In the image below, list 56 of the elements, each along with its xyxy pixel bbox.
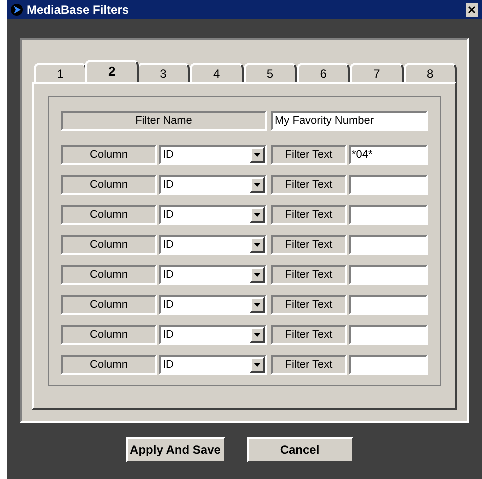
field-label: Filter Text <box>271 235 347 255</box>
dropdown-arrow-icon <box>254 213 261 217</box>
column-dropdown[interactable]: ID <box>159 145 267 165</box>
field-label: Column <box>61 295 157 315</box>
field-label: Column <box>61 355 157 375</box>
tab[interactable]: 8 <box>404 63 457 82</box>
dialog-button[interactable]: Apply And Save <box>126 437 226 463</box>
field-label: Column <box>61 325 157 345</box>
dialog-button[interactable]: Cancel <box>246 437 354 463</box>
arrow-logo-icon <box>11 4 23 16</box>
filter-text-field[interactable] <box>349 325 428 345</box>
column-dropdown[interactable]: ID <box>159 295 267 315</box>
tab[interactable]: 1 <box>34 63 88 82</box>
tab[interactable]: 3 <box>136 63 190 82</box>
field-label: Filter Text <box>271 175 347 195</box>
field-label: Column <box>61 265 157 285</box>
filter-name-field[interactable]: My Favority Number <box>271 111 428 131</box>
close-button[interactable] <box>466 2 478 16</box>
tab[interactable]: 6 <box>296 63 350 82</box>
filter-text-field[interactable] <box>349 265 428 285</box>
dropdown-arrow-icon <box>254 273 261 277</box>
field-label: Column <box>61 205 157 225</box>
filter-text-field[interactable]: *04* <box>349 145 428 165</box>
window-title: MediaBase Filters <box>27 2 130 18</box>
filter-text-field[interactable] <box>349 295 428 315</box>
column-dropdown[interactable]: ID <box>159 265 267 285</box>
tab[interactable]: 2 <box>85 60 139 82</box>
close-icon <box>468 6 476 14</box>
filter-text-field[interactable] <box>349 175 428 195</box>
dropdown-arrow-icon <box>254 243 261 247</box>
tab[interactable]: 7 <box>350 63 404 82</box>
column-dropdown[interactable]: ID <box>159 175 267 195</box>
column-dropdown[interactable]: ID <box>159 325 267 345</box>
field-label: Column <box>61 145 157 165</box>
field-label: Filter Text <box>271 205 347 225</box>
dropdown-arrow-icon <box>254 183 261 187</box>
dropdown-arrow-icon <box>254 153 261 157</box>
field-label: Column <box>61 175 157 195</box>
tab[interactable]: 4 <box>190 63 244 82</box>
field-label: Filter Text <box>271 355 347 375</box>
column-dropdown[interactable]: ID <box>159 205 267 225</box>
dropdown-arrow-icon <box>254 303 261 307</box>
column-dropdown[interactable]: ID <box>159 355 267 375</box>
field-label: Filter Name <box>61 111 267 131</box>
column-dropdown[interactable]: ID <box>159 235 267 255</box>
tab[interactable]: 5 <box>244 63 297 82</box>
filter-text-field[interactable] <box>349 355 428 375</box>
dropdown-arrow-icon <box>254 333 261 337</box>
field-label: Filter Text <box>271 325 347 345</box>
filter-text-field[interactable] <box>349 235 428 255</box>
field-label: Filter Text <box>271 265 347 285</box>
filter-text-field[interactable] <box>349 205 428 225</box>
field-label: Filter Text <box>271 145 347 165</box>
dropdown-arrow-icon <box>254 363 261 367</box>
field-label: Filter Text <box>271 295 347 315</box>
field-label: Column <box>61 235 157 255</box>
